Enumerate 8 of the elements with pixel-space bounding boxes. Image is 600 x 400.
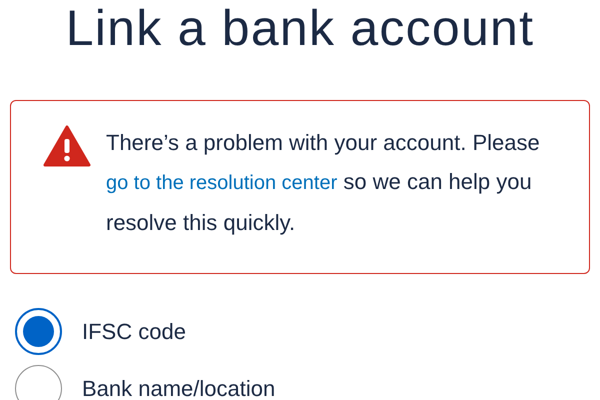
page-title: Link a bank account <box>64 0 536 58</box>
alert-message: There’s a problem with your account. Please go to the resolution center so we can help you resolve this quickly. <box>106 129 541 237</box>
warning-icon <box>43 125 91 167</box>
resolution-center-link[interactable]: go to the resolution center <box>106 172 338 194</box>
radio-button[interactable] <box>15 365 62 400</box>
radio-label: IFSC code <box>82 318 186 346</box>
radio-label: Bank name/location <box>82 375 276 400</box>
radio-button[interactable] <box>15 308 62 355</box>
